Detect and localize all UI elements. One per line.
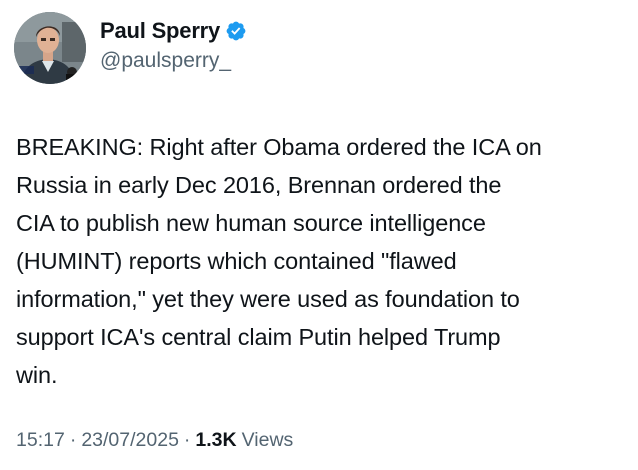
tweet-text: BREAKING: Right after Obama ordered the …: [16, 134, 542, 388]
verified-badge-icon[interactable]: [225, 20, 247, 42]
tweet-date[interactable]: 23/07/2025: [81, 426, 179, 454]
avatar[interactable]: [14, 12, 86, 84]
author-names: Paul Sperry @paulsperry_: [100, 17, 247, 75]
avatar-image: [14, 12, 86, 84]
author-handle[interactable]: @paulsperry_: [100, 47, 247, 75]
tweet-meta: 15:17 · 23/07/2025 · 1.3K Views: [16, 426, 293, 454]
views-count[interactable]: 1.3K: [195, 426, 236, 454]
meta-separator: ·: [69, 429, 77, 451]
author-name-row: Paul Sperry: [100, 17, 247, 45]
meta-separator: ·: [183, 429, 191, 451]
views-label[interactable]: Views: [242, 426, 294, 454]
author-display-name[interactable]: Paul Sperry: [100, 17, 220, 45]
tweet-author-header: Paul Sperry @paulsperry_: [14, 12, 247, 84]
tweet-time[interactable]: 15:17: [16, 426, 65, 454]
verified-icon: [226, 21, 246, 41]
